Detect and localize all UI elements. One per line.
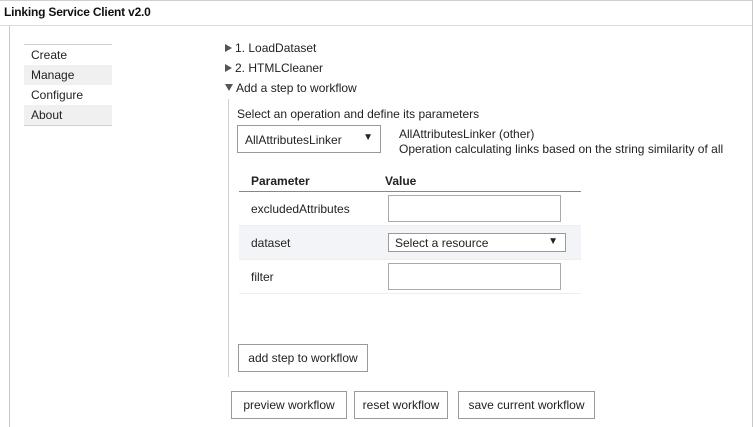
workflow-step-1[interactable]: 1. LoadDataset xyxy=(225,38,357,58)
parameter-name: excludedAttributes xyxy=(251,202,350,216)
title-bar: Linking Service Client v2.0 xyxy=(0,0,753,26)
add-step-label: Add a step to workflow xyxy=(236,81,357,95)
parameter-name: dataset xyxy=(251,236,291,250)
operation-select[interactable]: AllAttributesLinker ▼ xyxy=(237,125,381,153)
select-operation-label: Select an operation and define its param… xyxy=(237,107,480,121)
left-frame-border xyxy=(9,26,10,427)
app-title: Linking Service Client v2.0 xyxy=(4,5,151,19)
sidebar: Create Manage Configure About xyxy=(24,44,112,126)
chevron-down-icon: ▼ xyxy=(363,132,373,143)
excluded-attributes-input[interactable] xyxy=(388,195,561,222)
dataset-resource-select[interactable]: Select a resource ▼ xyxy=(388,233,566,252)
add-step-panel: Select an operation and define its param… xyxy=(228,99,751,377)
table-row: filter xyxy=(239,260,581,294)
operation-select-value: AllAttributesLinker xyxy=(245,133,342,147)
table-row: excludedAttributes xyxy=(239,192,581,226)
reset-workflow-button[interactable]: reset workflow xyxy=(354,391,448,419)
sidebar-item-about[interactable]: About xyxy=(24,105,112,125)
filter-input[interactable] xyxy=(388,263,561,290)
operation-name: AllAttributesLinker (other) xyxy=(399,127,535,141)
sidebar-item-configure[interactable]: Configure xyxy=(24,85,112,105)
column-header-parameter: Parameter xyxy=(251,174,310,188)
save-workflow-button[interactable]: save current workflow xyxy=(458,391,595,419)
workflow-step-2[interactable]: 2. HTMLCleaner xyxy=(225,58,357,78)
parameter-table-header: Parameter Value xyxy=(239,169,581,192)
table-row: dataset Select a resource ▼ xyxy=(239,226,581,260)
add-step-toggle[interactable]: Add a step to workflow xyxy=(225,78,357,98)
operation-description: Operation calculating links based on the… xyxy=(399,142,724,156)
column-header-value: Value xyxy=(385,174,417,188)
workflow-tree: 1. LoadDataset 2. HTMLCleaner Add a step… xyxy=(225,38,357,98)
chevron-down-icon: ▼ xyxy=(548,236,558,247)
parameter-table: Parameter Value excludedAttributes datas… xyxy=(239,169,581,294)
workflow-step-label: 1. LoadDataset xyxy=(235,41,317,55)
expand-arrow-icon xyxy=(225,63,232,72)
dataset-select-value: Select a resource xyxy=(395,236,489,250)
expand-arrow-icon xyxy=(225,43,232,52)
preview-workflow-button[interactable]: preview workflow xyxy=(231,391,347,419)
sidebar-divider xyxy=(24,125,112,126)
sidebar-item-create[interactable]: Create xyxy=(24,45,112,65)
add-step-button[interactable]: add step to workflow xyxy=(238,344,368,372)
workflow-step-label: 2. HTMLCleaner xyxy=(235,61,324,75)
collapse-arrow-icon xyxy=(225,84,233,92)
parameter-name: filter xyxy=(251,270,274,284)
sidebar-item-manage[interactable]: Manage xyxy=(24,65,112,85)
